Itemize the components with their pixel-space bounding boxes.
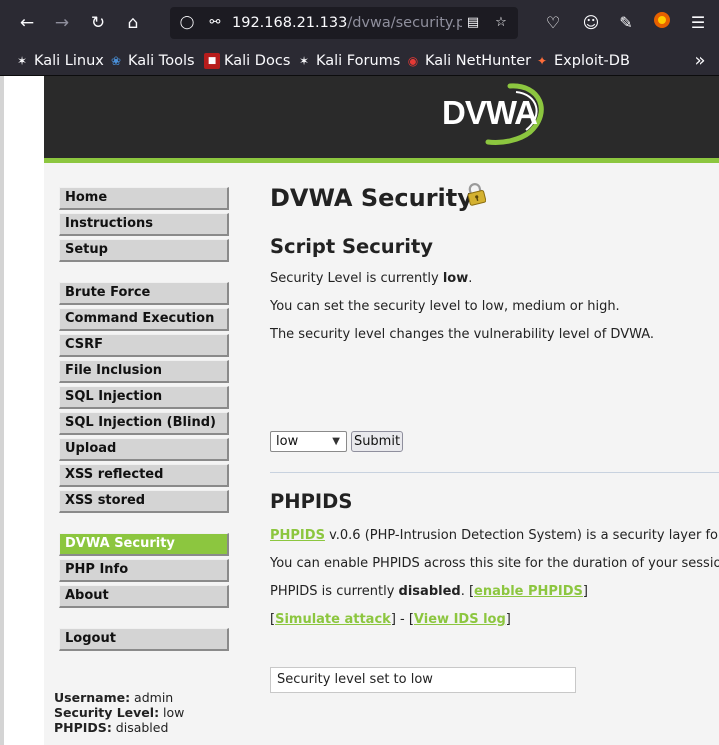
padlock-icon	[466, 182, 487, 206]
menu-brute-force[interactable]: Brute Force	[59, 282, 229, 305]
exploit-db-icon: ✦	[536, 54, 548, 68]
dvwa-logo: DVWA	[440, 82, 550, 146]
home-icon[interactable]: ⌂	[121, 11, 145, 35]
phpids-link[interactable]: PHPIDS	[270, 528, 325, 543]
phpids-status: PHPIDS is currently disabled. [enable PH…	[270, 584, 588, 599]
page-main: Home Instructions Setup Brute Force Comm…	[44, 163, 719, 745]
browser-toolbar: ← → ↻ ⌂ ◯ ⚯ 192.168.21.133/dvwa/security…	[0, 0, 719, 46]
bookmarks-toolbar: ✶ Kali Linux ❀ Kali Tools ■ Kali Docs ✶ Kali…	[0, 46, 719, 76]
kali-dragon-icon: ✶	[16, 54, 28, 68]
submit-button[interactable]: Submit	[351, 431, 403, 452]
menu-group-4: Logout	[59, 628, 229, 654]
view-ids-log-link[interactable]: View IDS log	[414, 612, 506, 627]
bookmark-kali-linux[interactable]: ✶ Kali Linux	[14, 50, 104, 72]
menu-csrf[interactable]: CSRF	[59, 334, 229, 357]
bookmark-exploit-db[interactable]: ✦ Exploit-DB	[534, 50, 630, 72]
menu-home[interactable]: Home	[59, 187, 229, 210]
account-icon[interactable]: ☺	[579, 11, 603, 35]
pocket-icon[interactable]: ♡	[541, 11, 565, 35]
menu-upload[interactable]: Upload	[59, 438, 229, 461]
dvwa-header: DVWA	[44, 76, 719, 158]
script-security-heading: Script Security	[270, 235, 434, 258]
menu-setup[interactable]: Setup	[59, 239, 229, 262]
reload-icon[interactable]: ↻	[86, 11, 110, 35]
reader-view-icon[interactable]: ▤	[462, 11, 484, 35]
phpids-session-help: You can enable PHPIDS across this site f…	[270, 556, 719, 571]
back-icon[interactable]: ←	[15, 11, 39, 35]
insecure-lock-icon[interactable]: ⚯	[204, 11, 226, 35]
menu-xss-reflected[interactable]: XSS reflected	[59, 464, 229, 487]
footer-security-level: Security Level: low	[54, 705, 185, 720]
bookmark-kali-docs[interactable]: ■ Kali Docs	[204, 50, 290, 72]
menu-group-1: Home Instructions Setup	[59, 187, 229, 265]
enable-phpids-link[interactable]: enable PHPIDS	[474, 584, 583, 599]
url-text[interactable]: 192.168.21.133/dvwa/security.php	[232, 7, 462, 39]
extension-fox-icon[interactable]	[650, 11, 674, 35]
menu-group-3: DVWA Security PHP Info About	[59, 533, 229, 611]
url-bar[interactable]: ◯ ⚯ 192.168.21.133/dvwa/security.php ▤ ☆	[170, 7, 518, 39]
menu-sql-injection-blind[interactable]: SQL Injection (Blind)	[59, 412, 229, 435]
page-viewport: DVWA Home Instructions Setup Brute Force…	[0, 76, 719, 745]
bookmark-kali-tools[interactable]: ❀ Kali Tools	[108, 50, 195, 72]
phpids-actions: [Simulate attack] - [View IDS log]	[270, 612, 511, 627]
phpids-description: PHPIDS v.0.6 (PHP-Intrusion Detection Sy…	[270, 528, 719, 543]
extensions-icon[interactable]: ✎	[614, 11, 638, 35]
divider	[270, 472, 719, 473]
menu-about[interactable]: About	[59, 585, 229, 608]
chevron-down-icon: ▼	[332, 436, 340, 447]
menu-dvwa-security[interactable]: DVWA Security	[59, 533, 229, 556]
nethunter-icon: ◉	[407, 54, 419, 68]
kali-tools-icon: ❀	[110, 54, 122, 68]
bookmark-kali-forums[interactable]: ✶ Kali Forums	[296, 50, 400, 72]
security-level-status: Security Level is currently low.	[270, 271, 473, 286]
footer-username: Username: admin	[54, 690, 174, 705]
security-level-select[interactable]: low ▼	[270, 431, 347, 452]
menu-instructions[interactable]: Instructions	[59, 213, 229, 236]
menu-php-info[interactable]: PHP Info	[59, 559, 229, 582]
menu-hamburger-icon[interactable]: ☰	[686, 11, 710, 35]
shield-icon[interactable]: ◯	[176, 11, 198, 35]
menu-group-2: Brute Force Command Execution CSRF File …	[59, 282, 229, 516]
status-message: Security level set to low	[270, 667, 576, 693]
menu-logout[interactable]: Logout	[59, 628, 229, 651]
bookmarks-overflow-icon[interactable]: »	[689, 50, 711, 72]
security-level-help: You can set the security level to low, m…	[270, 299, 620, 314]
menu-xss-stored[interactable]: XSS stored	[59, 490, 229, 513]
forward-icon[interactable]: →	[50, 11, 74, 35]
page-title: DVWA Security	[270, 184, 473, 212]
svg-text:DVWA: DVWA	[442, 94, 537, 131]
kali-docs-icon: ■	[204, 53, 220, 69]
bookmark-star-icon[interactable]: ☆	[490, 11, 512, 35]
footer-phpids: PHPIDS: disabled	[54, 720, 169, 735]
simulate-attack-link[interactable]: Simulate attack	[275, 612, 391, 627]
bookmark-kali-nethunter[interactable]: ◉ Kali NetHunter	[405, 50, 531, 72]
menu-sql-injection[interactable]: SQL Injection	[59, 386, 229, 409]
menu-file-inclusion[interactable]: File Inclusion	[59, 360, 229, 383]
menu-command-execution[interactable]: Command Execution	[59, 308, 229, 331]
phpids-heading: PHPIDS	[270, 490, 353, 513]
kali-dragon-icon: ✶	[298, 54, 310, 68]
security-level-description: The security level changes the vulnerabi…	[270, 327, 655, 342]
